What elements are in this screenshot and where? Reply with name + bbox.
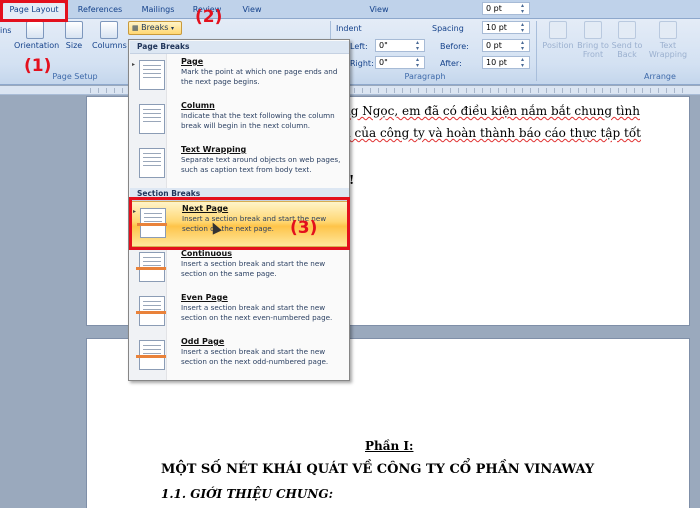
menu-item-text-wrapping[interactable]: Text Wrapping Separate text around objec… (130, 143, 349, 187)
menu-item-desc: Indicate that the text following the col… (181, 111, 335, 130)
position-icon (549, 21, 567, 39)
even-page-break-icon (136, 296, 166, 326)
chevron-down-icon: ▾ (170, 25, 174, 32)
paragraph-group-label: Paragraph (404, 72, 446, 81)
menu-item-page[interactable]: ▸ Page Mark the point at which one page … (130, 55, 349, 99)
group-divider-2 (536, 21, 537, 81)
bring-to-front-icon (584, 21, 602, 39)
size-label: Size (65, 41, 83, 50)
breaks-button[interactable]: ▦ Breaks ▾ (128, 21, 182, 35)
columns-button[interactable]: Columns (92, 21, 127, 50)
page-breaks-header: Page Breaks (130, 41, 349, 54)
arrange-group-label: Arrange (644, 72, 676, 81)
continuous-break-icon (136, 252, 166, 282)
annotation-step-1: (1) (24, 56, 52, 76)
menu-item-odd-page[interactable]: Odd Page Insert a section break and star… (130, 335, 349, 379)
text-wrapping-button[interactable]: Text Wrapping (646, 21, 690, 59)
menu-item-desc: Insert a section break and start the new… (181, 347, 329, 366)
text-wrapping-break-icon (139, 148, 165, 178)
space-before-label: Before: (440, 42, 469, 51)
menu-item-title: Continuous (181, 249, 232, 258)
orientation-icon (26, 21, 44, 39)
column-break-icon (139, 104, 165, 134)
indent-label: Indent (336, 24, 362, 33)
doc-line-2: n của công ty và hoàn thành báo cáo thực… (343, 126, 641, 140)
doc-part-title: Phần I: (365, 439, 414, 453)
text-wrapping-icon (659, 21, 677, 39)
menu-item-title: Even Page (181, 293, 228, 302)
size-button[interactable]: Size (60, 21, 88, 50)
doc-subheading: 1.1. GIỚI THIỆU CHUNG: (161, 487, 334, 501)
size-icon (65, 21, 83, 39)
tab-mailings[interactable]: Mailings (136, 3, 180, 18)
space-after-label: After: (440, 59, 462, 68)
tab-view-2[interactable]: View (364, 3, 394, 18)
menu-item-title: Page (181, 57, 204, 66)
tab-references[interactable]: References (74, 3, 126, 18)
ribbon-tab-bar: Page Layout References Mailings Review V… (0, 0, 700, 20)
menu-item-title: Text Wrapping (181, 145, 247, 154)
indent-right-field[interactable]: 0" (375, 56, 425, 69)
pointer-arrow-icon: ▸ (132, 61, 136, 68)
annotation-box-page-layout (0, 0, 68, 22)
menu-item-continuous[interactable]: Continuous Insert a section break and st… (130, 247, 349, 291)
doc-heading: MỘT SỐ NÉT KHÁI QUÁT VỀ CÔNG TY CỔ PHẦN … (161, 462, 595, 477)
columns-label: Columns (92, 41, 127, 50)
indent-left-field[interactable]: 0" (375, 39, 425, 52)
menu-item-desc: Mark the point at which one page ends an… (181, 67, 338, 86)
menu-item-desc: Insert a section break and start the new… (181, 259, 326, 278)
indent-left-label: Left: (350, 42, 368, 51)
send-to-back-icon (618, 21, 636, 39)
bring-to-front-button[interactable]: Bring to Front (576, 21, 610, 59)
indent-right-label: Right: (350, 59, 374, 68)
horizontal-ruler[interactable] (0, 86, 700, 95)
doc-line-1: ng Ngọc, em đã có điều kiện nắm bắt chun… (343, 104, 640, 118)
spacing-label: Spacing (432, 24, 464, 33)
space-before-field[interactable]: 0 pt (482, 39, 530, 52)
top-spin-2[interactable]: 10 pt (482, 21, 530, 34)
menu-item-even-page[interactable]: Even Page Insert a section break and sta… (130, 291, 349, 335)
menu-item-desc: Separate text around objects on web page… (181, 155, 341, 174)
page-break-icon (139, 60, 165, 90)
top-spin-1[interactable]: 0 pt (482, 2, 530, 15)
position-button[interactable]: Position (540, 21, 576, 50)
breaks-label: Breaks (141, 23, 169, 32)
menu-item-column[interactable]: Column Indicate that the text following … (130, 99, 349, 143)
breaks-icon: ▦ (132, 24, 139, 32)
tab-view[interactable]: View (237, 3, 267, 18)
menu-item-desc: Insert a section break and start the new… (181, 303, 333, 322)
position-label: Position (542, 41, 574, 50)
columns-icon (100, 21, 118, 39)
ribbon: ins Orientation Size Columns ▦ Breaks ▾ … (0, 19, 700, 85)
menu-item-title: Odd Page (181, 337, 225, 346)
menu-item-title: Column (181, 101, 215, 110)
send-to-back-label: Send to Back (611, 41, 643, 59)
send-to-back-button[interactable]: Send to Back (610, 21, 644, 59)
orientation-label: Orientation (14, 41, 60, 50)
orientation-button[interactable]: Orientation (14, 21, 60, 50)
margins-button[interactable]: ins (0, 26, 11, 35)
space-after-field[interactable]: 10 pt (482, 56, 530, 69)
annotation-step-3: (3) (290, 218, 318, 238)
annotation-step-2: (2) (195, 7, 223, 27)
bring-to-front-label: Bring to Front (577, 41, 609, 59)
odd-page-break-icon (136, 340, 166, 370)
text-wrapping-label: Text Wrapping (648, 41, 688, 59)
